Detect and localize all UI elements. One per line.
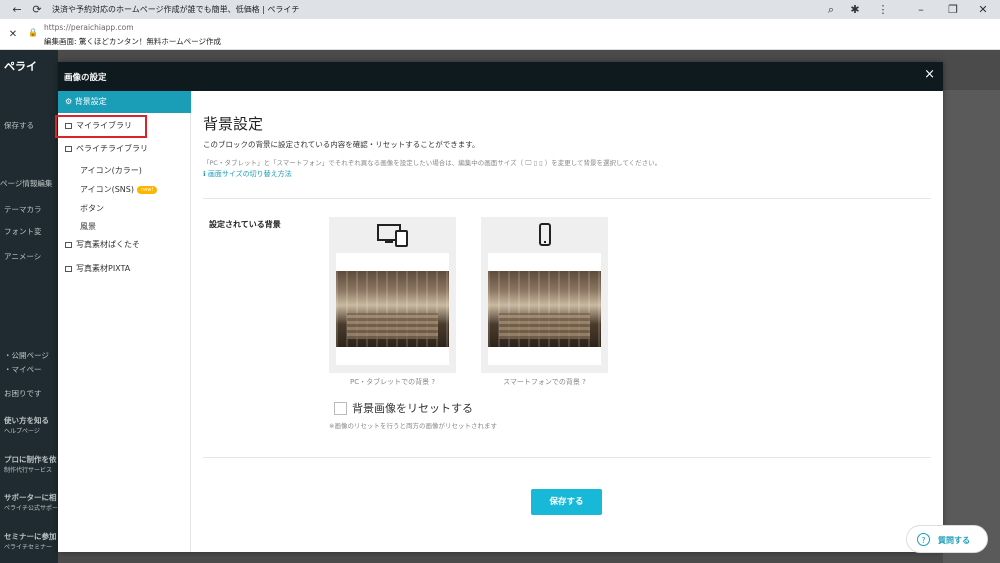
sidebar-subitem-icon-sns[interactable]: アイコン(SNS) new! [80, 184, 158, 195]
bg-pro: プロに制作を依 [4, 455, 57, 464]
bg-page-edit: ページ情報編集 [0, 179, 53, 188]
smartphone-icon [538, 223, 551, 246]
switch-size-link-label: 画面サイズの切り替え方法 [207, 170, 292, 178]
url-text[interactable]: https://peraichiapp.com [44, 23, 134, 32]
menu-icon[interactable]: ⋮ [874, 1, 892, 18]
sp-background-image [488, 253, 601, 365]
sidebar-item-label: ペライチライブラリ [76, 144, 148, 153]
page-subtitle: 編集画面: 驚くほどカンタン！無料ホームページ作成 [44, 37, 222, 46]
reload-icon[interactable]: ⟳ [28, 1, 46, 18]
extension-icon[interactable]: ✱ [846, 1, 864, 18]
bg-pro-sub: 制作代行サービス [4, 467, 53, 474]
help-icon[interactable]: ? [582, 378, 586, 386]
divider [203, 198, 931, 199]
sidebar-subitem-icon-color[interactable]: アイコン(カラー) [80, 165, 142, 176]
highlight-box [55, 115, 147, 138]
device-note: 「PC・タブレット」と「スマートフォン」でそれぞれ異なる画像を設定したい場合は、… [203, 159, 662, 167]
sidebar-item-label: 写真素材PIXTA [76, 264, 131, 273]
modal-sidebar: ⚙ 背景設定 マイライブラリ ペライチライブラリ アイコン(カラー) アイコン(… [58, 91, 191, 552]
pc-background-card[interactable] [329, 217, 456, 373]
logo: ペライ [4, 60, 37, 73]
save-button[interactable]: 保存する [531, 489, 602, 515]
background-sidebar: ペライ 保存する ページ情報編集 テーマカラ フォント変 アニメーシ ・公開ペー… [0, 50, 58, 563]
sidebar-subitem-label: アイコン(SNS) [80, 185, 134, 194]
sidebar-item-peraichi-library[interactable]: ペライチライブラリ [58, 138, 191, 160]
back-icon[interactable]: ← [8, 1, 26, 18]
bg-my-page: ・マイペー [4, 365, 42, 374]
lock-icon: 🔒 [28, 28, 38, 37]
gear-icon: ⚙ [65, 97, 75, 106]
sp-background-card[interactable] [481, 217, 608, 373]
image-icon [65, 266, 72, 272]
reset-checkbox[interactable] [334, 402, 347, 415]
current-background-label: 設定されている背景 [209, 220, 281, 229]
ask-question-label: 質問する [938, 536, 970, 545]
description: このブロックの背景に設定されている内容を確認・リセットすることができます。 [203, 140, 480, 149]
image-icon [65, 242, 72, 248]
sidebar-item-label: 写真素材ぱくたそ [76, 240, 140, 249]
sidebar-item-label: 背景設定 [74, 97, 107, 106]
modal-title: 画像の設定 [64, 73, 107, 83]
help-icon[interactable]: ? [431, 378, 435, 386]
pc-caption-text: PC・タブレットでの背景 [349, 378, 430, 386]
reset-label[interactable]: 背景画像をリセットする [352, 400, 473, 416]
help-icon: ? [917, 533, 930, 546]
page-title: 背景設定 [203, 115, 264, 133]
sidebar-item-pixta[interactable]: 写真素材PIXTA [58, 258, 191, 280]
bg-help: お困りです [4, 389, 42, 398]
close-icon[interactable]: × [924, 68, 935, 82]
pc-background-image [336, 253, 449, 365]
devices-icon [376, 224, 408, 247]
bg-public-page: ・公開ページ [4, 351, 49, 360]
sidebar-subitem-button[interactable]: ボタン [80, 203, 104, 214]
bg-howto-sub: ヘルプページ [4, 428, 40, 435]
background-preview [943, 90, 1000, 563]
bg-seminar: セミナーに参加 [4, 532, 57, 541]
browser-titlebar: ← ⟳ 決済や予約対応のホームページ作成が誰でも簡単、低価格 | ペライチ ⌕ … [0, 0, 1000, 19]
url-bar: ✕ 🔒 https://peraichiapp.com 編集画面: 驚くほどカン… [0, 19, 1000, 50]
sidebar-item-pakutaso[interactable]: 写真素材ぱくたそ [58, 234, 191, 256]
bg-theme: テーマカラ [4, 205, 42, 214]
divider [203, 457, 931, 458]
modal-header: 画像の設定 × [58, 62, 943, 91]
ask-question-button[interactable]: ? 質問する [906, 525, 988, 553]
modal-main: 背景設定 このブロックの背景に設定されている内容を確認・リセットすることができま… [191, 91, 943, 552]
bg-supporter: サポーターに相 [4, 493, 57, 502]
window-close-icon[interactable]: ✕ [974, 1, 992, 18]
restore-icon[interactable]: ❐ [944, 1, 962, 18]
sidebar-subitem-scenery[interactable]: 風景 [80, 221, 96, 232]
sp-caption-text: スマートフォンでの背景 [503, 378, 580, 386]
reset-note: ※画像のリセットを行うと両方の画像がリセットされます [329, 422, 497, 430]
new-badge: new! [136, 186, 158, 194]
cafe-photo [336, 271, 449, 347]
search-icon[interactable]: ⌕ [822, 1, 840, 18]
pc-caption: PC・タブレットでの背景 ? [329, 377, 456, 387]
bg-seminar-sub: ペライチセミナー [4, 544, 53, 551]
cafe-photo [488, 271, 601, 347]
minimize-icon[interactable]: – [912, 1, 930, 18]
tab-title: 決済や予約対応のホームページ作成が誰でも簡単、低価格 | ペライチ [52, 5, 300, 14]
switch-size-link[interactable]: ℹ 画面サイズの切り替え方法 [203, 169, 292, 179]
bg-howto: 使い方を知る [4, 416, 49, 425]
bg-animation: アニメーシ [4, 252, 42, 261]
bg-supporter-sub: ペライチ公式サポー [4, 505, 59, 512]
bg-font: フォント変 [4, 227, 42, 236]
image-icon [65, 146, 72, 152]
sidebar-item-background[interactable]: ⚙ 背景設定 [58, 91, 191, 113]
bg-save: 保存する [4, 121, 34, 130]
sp-caption: スマートフォンでの背景 ? [481, 377, 608, 387]
close-icon[interactable]: ✕ [4, 26, 22, 43]
